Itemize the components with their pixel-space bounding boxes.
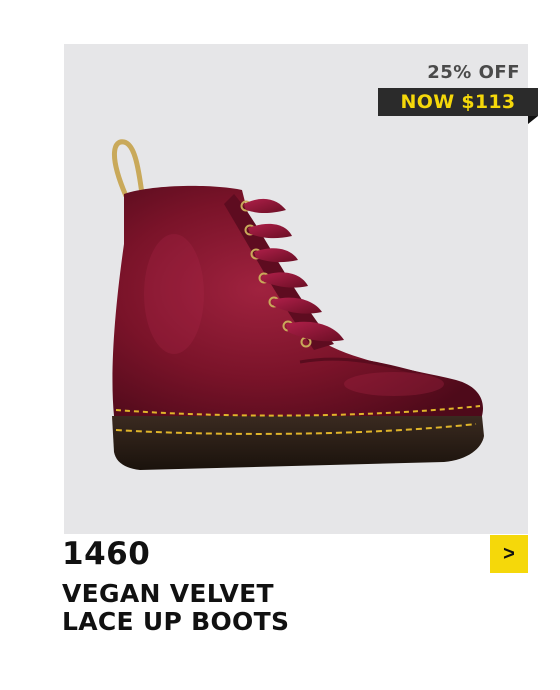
boot-image [111,139,484,470]
chevron-right-icon: > [503,542,515,565]
price-tag-fold [528,116,538,124]
product-name-line-1: VEGAN VELVET [62,579,274,608]
view-product-button[interactable]: > [490,535,528,573]
product-image-panel[interactable] [64,44,528,534]
discount-label: 25% OFF [427,62,520,83]
product-name-line-2: LACE UP BOOTS [62,607,290,636]
product-card[interactable]: 25% OFF NOW $113 1460 VEGAN VELVET LACE … [0,0,560,690]
sale-price-tag: NOW $113 [378,88,538,116]
product-model[interactable]: 1460 [62,536,150,572]
velvet-sheen [144,234,204,354]
heel-loop [111,139,145,197]
toe-sheen [344,372,444,396]
boot-sole [112,416,484,470]
product-name[interactable]: VEGAN VELVET LACE UP BOOTS [62,580,382,636]
